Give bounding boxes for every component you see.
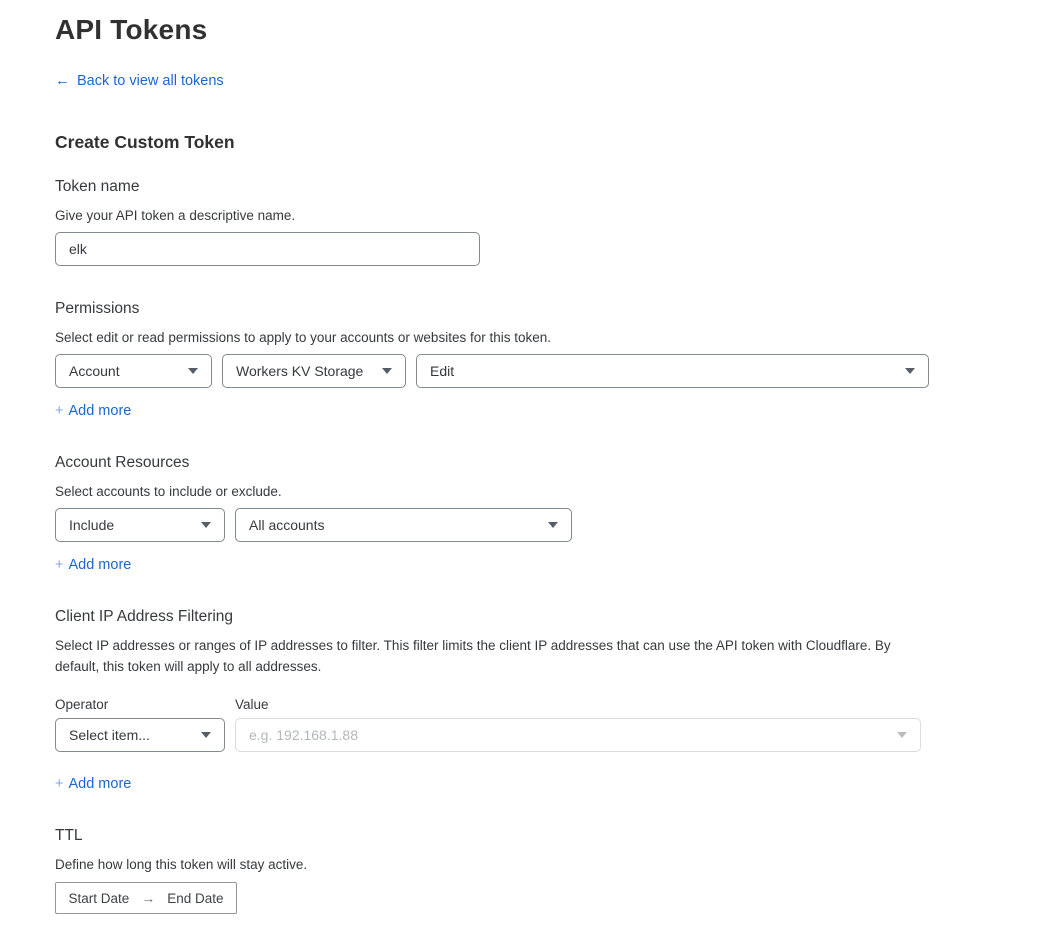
- ttl-date-range-picker[interactable]: Start Date → End Date: [55, 882, 237, 914]
- chevron-down-icon: [548, 522, 558, 528]
- token-name-description: Give your API token a descriptive name.: [55, 205, 1043, 226]
- ip-filtering-section: Client IP Address Filtering Select IP ad…: [55, 608, 1043, 793]
- permission-scope-value: Account: [69, 363, 120, 379]
- chevron-down-icon: [897, 732, 907, 738]
- permissions-label: Permissions: [55, 300, 1043, 318]
- chevron-down-icon: [201, 522, 211, 528]
- permission-resource-select[interactable]: Workers KV Storage: [222, 354, 406, 388]
- account-resources-section: Account Resources Select accounts to inc…: [55, 454, 1043, 574]
- add-more-label: Add more: [68, 403, 131, 419]
- add-more-label: Add more: [68, 776, 131, 792]
- back-arrow-icon: ←: [55, 72, 70, 89]
- token-name-label: Token name: [55, 178, 1043, 196]
- start-date-field: Start Date: [68, 891, 129, 906]
- token-name-input[interactable]: [55, 232, 480, 266]
- permissions-section: Permissions Select edit or read permissi…: [55, 300, 1043, 420]
- permission-access-select[interactable]: Edit: [416, 354, 929, 388]
- permission-scope-select[interactable]: Account: [55, 354, 212, 388]
- permissions-description: Select edit or read permissions to apply…: [55, 327, 1043, 348]
- ip-filtering-add-more-link[interactable]: + Add more: [55, 776, 131, 792]
- api-tokens-page: API Tokens ← Back to view all tokens Cre…: [0, 0, 1043, 944]
- plus-icon: +: [55, 403, 63, 419]
- account-resources-row: Include All accounts: [55, 508, 1043, 542]
- ip-value-placeholder: e.g. 192.168.1.88: [249, 727, 358, 743]
- add-more-label: Add more: [68, 557, 131, 573]
- arrow-right-icon: →: [141, 890, 155, 906]
- chevron-down-icon: [382, 368, 392, 374]
- ttl-description: Define how long this token will stay act…: [55, 854, 1043, 875]
- account-resources-add-more-link[interactable]: + Add more: [55, 557, 131, 573]
- operator-label: Operator: [55, 697, 235, 712]
- back-to-tokens-link[interactable]: ← Back to view all tokens: [55, 72, 224, 89]
- page-title: API Tokens: [55, 14, 1043, 46]
- end-date-field: End Date: [167, 891, 223, 906]
- ip-operator-value: Select item...: [69, 727, 150, 743]
- chevron-down-icon: [905, 368, 915, 374]
- back-link-label: Back to view all tokens: [77, 73, 224, 89]
- ip-filtering-sublabels: Operator Value: [55, 697, 1043, 712]
- ttl-label: TTL: [55, 827, 1043, 845]
- permissions-add-more-link[interactable]: + Add more: [55, 403, 131, 419]
- resource-selection-select[interactable]: All accounts: [235, 508, 572, 542]
- resource-selection-value: All accounts: [249, 517, 324, 533]
- ip-filtering-label: Client IP Address Filtering: [55, 608, 1043, 626]
- chevron-down-icon: [188, 368, 198, 374]
- ip-value-combobox[interactable]: e.g. 192.168.1.88: [235, 718, 921, 752]
- ip-filtering-description: Select IP addresses or ranges of IP addr…: [55, 635, 933, 677]
- plus-icon: +: [55, 776, 63, 792]
- ip-operator-select[interactable]: Select item...: [55, 718, 225, 752]
- token-name-section: Token name Give your API token a descrip…: [55, 178, 1043, 266]
- account-resources-description: Select accounts to include or exclude.: [55, 481, 1043, 502]
- resource-mode-value: Include: [69, 517, 114, 533]
- permission-access-value: Edit: [430, 363, 454, 379]
- permission-resource-value: Workers KV Storage: [236, 363, 363, 379]
- resource-mode-select[interactable]: Include: [55, 508, 225, 542]
- create-custom-token-heading: Create Custom Token: [55, 132, 1043, 153]
- ip-filtering-row: Select item... e.g. 192.168.1.88: [55, 718, 1043, 752]
- value-label: Value: [235, 697, 269, 712]
- plus-icon: +: [55, 557, 63, 573]
- account-resources-label: Account Resources: [55, 454, 1043, 472]
- chevron-down-icon: [201, 732, 211, 738]
- ttl-section: TTL Define how long this token will stay…: [55, 827, 1043, 914]
- permissions-row: Account Workers KV Storage Edit: [55, 354, 1043, 388]
